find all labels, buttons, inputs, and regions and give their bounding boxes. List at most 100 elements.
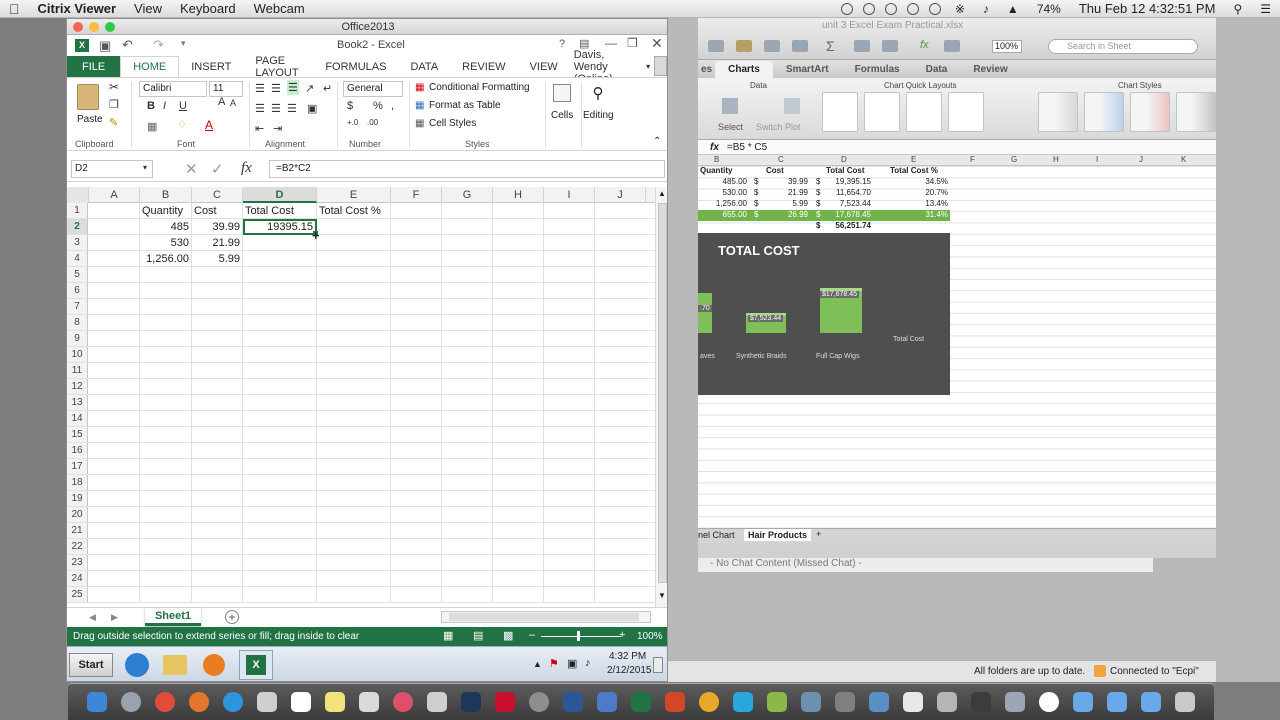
cell-b3[interactable]: 530 xyxy=(140,235,192,251)
tray-flag-icon[interactable]: ⚑ xyxy=(549,657,559,670)
cells-icon[interactable] xyxy=(553,84,571,102)
bg-header-quantity[interactable]: Quantity xyxy=(700,166,732,175)
increase-decimal-button[interactable]: +.0 xyxy=(347,118,358,127)
bg-tab-es[interactable]: es xyxy=(698,64,715,75)
bg-toolbar-paste-icon[interactable] xyxy=(736,40,752,52)
bg-total-cost-chart[interactable]: TOTAL COST .70 $7,523.44 $17,678.45 aves… xyxy=(698,233,950,395)
wifi-icon[interactable]: ▲ xyxy=(998,2,1028,16)
row-header[interactable]: 14 xyxy=(67,411,88,427)
bg-layout-thumb-2[interactable] xyxy=(864,92,900,132)
bg-col-header[interactable]: C xyxy=(778,155,784,164)
calendar-icon[interactable] xyxy=(291,692,311,712)
bg-layout-thumb-4[interactable] xyxy=(948,92,984,132)
cell-c3[interactable]: 21.99 xyxy=(192,235,243,251)
bg-cell[interactable]: $ xyxy=(754,177,758,186)
bg-tab-channel-chart[interactable]: nel Chart xyxy=(698,530,735,540)
row-header[interactable]: 2 xyxy=(67,219,88,235)
folder-icon[interactable] xyxy=(1073,692,1093,712)
bg-formula-text[interactable]: =B5 * C5 xyxy=(727,142,767,153)
tab-home[interactable]: HOME xyxy=(120,56,180,77)
bold-button[interactable]: B xyxy=(147,100,155,112)
bg-cell[interactable]: 17,678.45 xyxy=(835,210,871,219)
bg-formula-bar[interactable]: fx =B5 * C5 xyxy=(698,140,1216,155)
bg-switch-plot-icon[interactable] xyxy=(784,98,800,114)
scroll-up-icon[interactable]: ▲ xyxy=(658,189,666,198)
align-left-icon[interactable]: ☰ xyxy=(255,102,265,115)
tab-file[interactable]: FILE xyxy=(67,56,121,77)
row-header[interactable]: 15 xyxy=(67,427,88,443)
citrix-window-titlebar[interactable]: Office2013 xyxy=(67,19,667,35)
bg-chart-bar[interactable] xyxy=(698,293,712,333)
zoom-level[interactable]: 100% xyxy=(637,631,663,642)
column-header[interactable]: H xyxy=(493,187,544,203)
bg-cell[interactable]: 655.00 xyxy=(723,210,747,219)
bg-tab-data[interactable]: Data xyxy=(913,64,961,75)
minimize-window-icon[interactable] xyxy=(89,22,99,32)
downloads-folder-icon[interactable] xyxy=(1107,692,1127,712)
orientation-icon[interactable]: ↗ xyxy=(305,82,314,95)
align-center-icon[interactable]: ☰ xyxy=(271,102,281,115)
name-box[interactable]: D2 xyxy=(71,160,153,178)
bg-style-thumb-2[interactable] xyxy=(1084,92,1124,132)
spotlight-icon[interactable]: ⚲ xyxy=(1224,2,1251,16)
bg-cell[interactable]: 530.00 xyxy=(723,188,747,197)
decrease-indent-icon[interactable]: ⇤ xyxy=(255,122,264,135)
compass-icon[interactable] xyxy=(903,692,923,712)
tab-formulas[interactable]: FORMULAS xyxy=(313,56,398,77)
account-dropdown-icon[interactable]: ▾ xyxy=(644,56,652,77)
align-middle-icon[interactable]: ☰ xyxy=(271,82,281,95)
conditional-formatting-icon[interactable]: ▦ xyxy=(415,82,424,93)
vertical-scroll-thumb[interactable] xyxy=(658,203,667,583)
merge-center-icon[interactable]: ▣ xyxy=(307,102,317,115)
paste-button[interactable]: Paste xyxy=(77,114,103,125)
bg-sort-icon[interactable] xyxy=(854,40,870,52)
bg-cell[interactable]: 5.99 xyxy=(792,199,808,208)
bg-data-row[interactable]: 485.00 $ 39.99 $ 19,395.15 34.5% xyxy=(698,177,950,188)
bg-cell[interactable]: $ xyxy=(816,199,820,208)
close-window-icon[interactable] xyxy=(73,22,83,32)
row-header[interactable]: 25 xyxy=(67,587,88,603)
borders-icon[interactable]: ▦ xyxy=(147,120,157,133)
cell-c1[interactable]: Cost xyxy=(192,203,243,219)
cell-styles-icon[interactable]: ▦ xyxy=(415,118,424,129)
underline-button[interactable]: U xyxy=(179,100,187,112)
row-header[interactable]: 4 xyxy=(67,251,88,267)
bg-cell[interactable]: 1,256.00 xyxy=(716,199,747,208)
remote-desktop-icon[interactable] xyxy=(1005,692,1025,712)
row-header[interactable]: 22 xyxy=(67,539,88,555)
bg-cell[interactable]: 11,654.70 xyxy=(836,188,871,197)
show-desktop-button[interactable] xyxy=(653,657,663,673)
row-header[interactable]: 11 xyxy=(67,363,88,379)
internet-explorer-icon[interactable] xyxy=(125,653,149,677)
add-sheet-button[interactable]: + xyxy=(225,610,239,624)
row-header[interactable]: 9 xyxy=(67,331,88,347)
zoom-out-icon[interactable]: – xyxy=(529,629,535,641)
taskbar-excel-button[interactable]: X xyxy=(239,650,273,680)
column-header[interactable]: I xyxy=(544,187,595,203)
bg-toolbar-print-icon[interactable] xyxy=(708,40,724,52)
confirm-entry-icon[interactable]: ✓ xyxy=(211,160,224,178)
bg-cell[interactable]: 56,251.74 xyxy=(835,221,871,230)
tray-network-icon[interactable]: ▣ xyxy=(567,657,577,670)
cancel-entry-icon[interactable]: ✕ xyxy=(185,160,198,178)
name-box-dropdown-icon[interactable]: ▾ xyxy=(143,163,147,172)
bg-col-header[interactable]: J xyxy=(1139,155,1143,164)
bg-cell[interactable]: 34.5% xyxy=(925,177,948,186)
printer-icon[interactable] xyxy=(937,692,957,712)
row-header[interactable]: 1 xyxy=(67,203,88,219)
bg-data-row-selected[interactable]: 655.00 $ 26.99 $ 17,678.45 31.4% xyxy=(698,210,950,221)
decrease-decimal-button[interactable]: .00 xyxy=(367,118,378,127)
bluetooth-icon[interactable]: ※ xyxy=(946,2,974,16)
binoculars-icon[interactable]: ⚲ xyxy=(589,84,607,102)
bg-cell[interactable]: 21.99 xyxy=(788,188,808,197)
bg-layout-thumb-1[interactable] xyxy=(822,92,858,132)
insert-function-button[interactable]: fx xyxy=(241,160,252,177)
bg-cell[interactable]: 26.99 xyxy=(788,210,808,219)
bg-tab-review[interactable]: Review xyxy=(960,64,1020,75)
column-header[interactable]: G xyxy=(442,187,493,203)
horizontal-scroll-thumb[interactable] xyxy=(449,613,639,621)
media-player-icon[interactable] xyxy=(203,654,225,676)
quicktime-icon[interactable] xyxy=(495,692,515,712)
bg-layout-thumb-3[interactable] xyxy=(906,92,942,132)
scroll-down-icon[interactable]: ▼ xyxy=(658,591,666,600)
